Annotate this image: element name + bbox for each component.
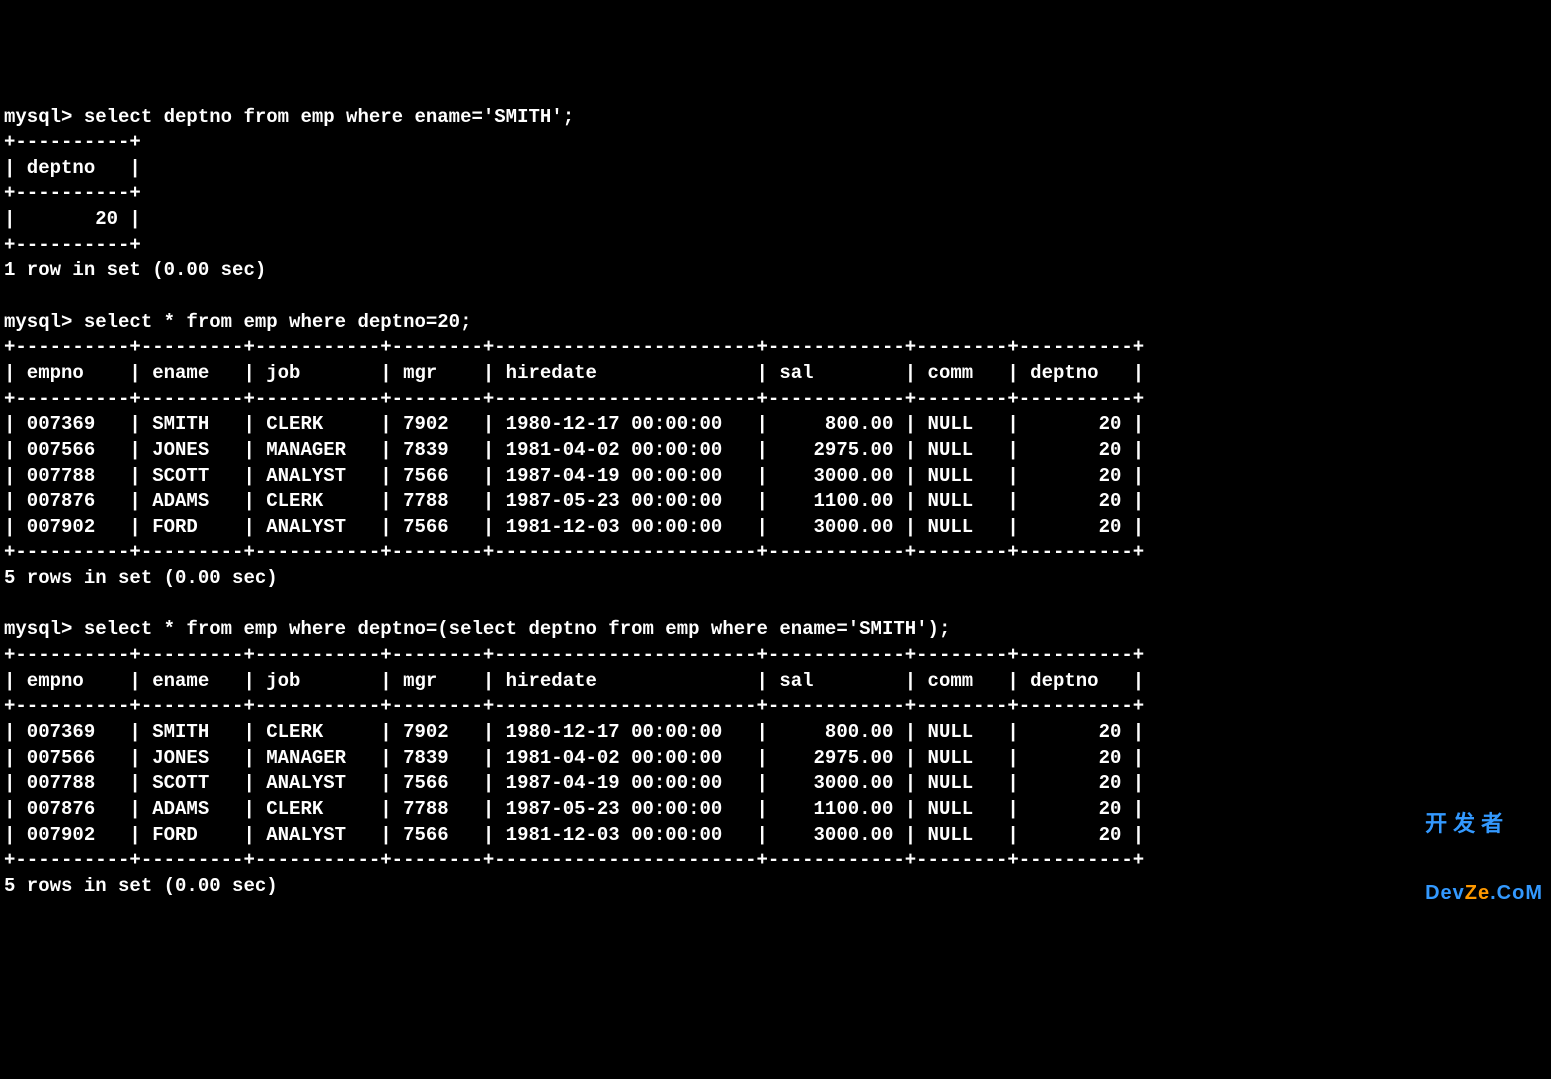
watermark: 开发者 DevZe.CoM bbox=[1425, 765, 1543, 927]
watermark-en: DevZe.CoM bbox=[1425, 883, 1543, 903]
watermark-cn: 开发者 bbox=[1425, 813, 1543, 835]
terminal-output[interactable]: mysql> select deptno from emp where enam… bbox=[4, 105, 1547, 900]
